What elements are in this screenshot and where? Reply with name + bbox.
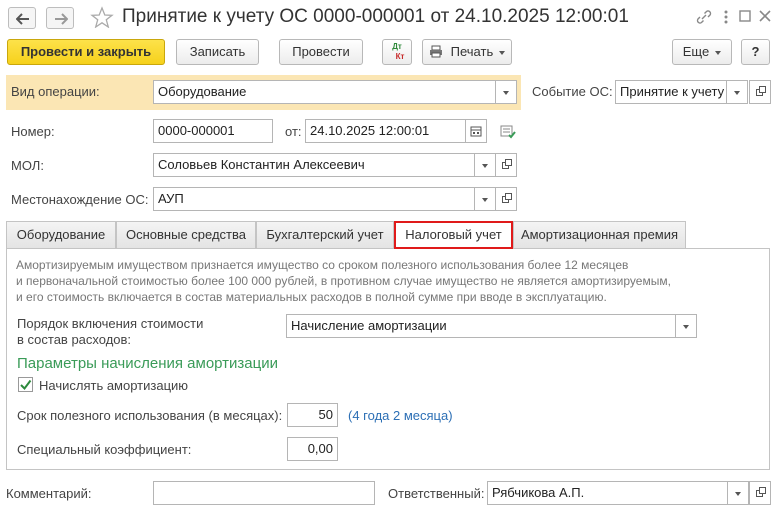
location-dropdown[interactable] <box>474 187 496 211</box>
useful-life-field[interactable]: 50 <box>287 403 338 427</box>
cost-order-dropdown[interactable] <box>675 314 697 338</box>
tab-tax-accounting[interactable]: Налоговый учет <box>394 221 513 249</box>
location-field[interactable]: АУП <box>153 187 475 211</box>
post-button[interactable]: Провести <box>279 39 363 65</box>
dt-kt-button[interactable]: Дт Кт <box>382 39 412 65</box>
useful-life-label: Срок полезного использования (в месяцах)… <box>17 408 283 423</box>
event-field[interactable]: Принятие к учету <box>615 80 727 104</box>
section-title: Параметры начисления амортизации <box>17 355 278 372</box>
location-open-button[interactable] <box>495 187 517 211</box>
help-button[interactable]: ? <box>741 39 770 65</box>
tab-accounting[interactable]: Бухгалтерский учет <box>256 221 394 248</box>
chevron-down-icon <box>715 50 722 55</box>
special-coef-field[interactable]: 0,00 <box>287 437 338 461</box>
calendar-icon <box>470 126 482 137</box>
link-icon[interactable] <box>695 9 713 25</box>
close-icon[interactable] <box>758 9 772 23</box>
tab-fixed-assets[interactable]: Основные средства <box>116 221 256 248</box>
comment-field[interactable] <box>153 481 375 505</box>
info-text: Амортизируемым имуществом признается иму… <box>16 257 716 305</box>
print-button[interactable]: Печать <box>422 39 512 65</box>
info-line: и его стоимость включается в состав мате… <box>16 290 607 304</box>
event-label: Событие ОС: <box>532 84 613 99</box>
number-field[interactable]: 0000-000001 <box>153 119 273 143</box>
location-label: Местонахождение ОС: <box>11 192 149 207</box>
print-label: Печать <box>450 44 494 59</box>
mol-dropdown[interactable] <box>474 153 496 177</box>
mol-field[interactable]: Соловьев Константин Алексеевич <box>153 153 475 177</box>
dt-label: Дт <box>392 42 402 51</box>
event-open-button[interactable] <box>749 80 771 104</box>
operation-type-dropdown[interactable] <box>495 80 517 104</box>
cost-order-label-line2: в состав расходов: <box>17 332 132 347</box>
document-status-icon[interactable] <box>500 124 516 139</box>
chevron-down-icon <box>499 50 506 55</box>
arrow-left-icon <box>16 13 29 25</box>
cost-order-label-line1: Порядок включения стоимости <box>17 316 204 331</box>
accrue-checkbox[interactable] <box>18 377 33 392</box>
printer-icon <box>430 45 442 58</box>
more-button[interactable]: Еще <box>672 39 732 65</box>
accrue-label: Начислять амортизацию <box>39 378 189 393</box>
star-icon[interactable] <box>90 6 114 28</box>
info-line: Амортизируемым имуществом признается иму… <box>16 258 629 272</box>
kt-label: Кт <box>395 52 405 61</box>
checkmark-icon <box>20 379 32 391</box>
responsible-open-button[interactable] <box>749 481 771 505</box>
calendar-button[interactable] <box>465 119 487 143</box>
operation-type-field[interactable]: Оборудование <box>153 80 496 104</box>
tab-depreciation-bonus[interactable]: Амортизационная премия <box>513 221 686 248</box>
tab-equipment[interactable]: Оборудование <box>6 221 116 248</box>
arrow-right-icon <box>55 13 68 25</box>
event-dropdown[interactable] <box>726 80 748 104</box>
forward-button[interactable] <box>46 7 74 29</box>
post-and-close-button[interactable]: Провести и закрыть <box>7 39 165 65</box>
back-button[interactable] <box>8 7 36 29</box>
window-title: Принятие к учету ОС 0000-000001 от 24.10… <box>122 6 629 27</box>
useful-life-hint: (4 года 2 месяца) <box>348 408 453 423</box>
responsible-dropdown[interactable] <box>727 481 749 505</box>
number-label: Номер: <box>11 124 55 139</box>
operation-type-label: Вид операции: <box>11 84 100 99</box>
responsible-field[interactable]: Рябчикова А.П. <box>487 481 728 505</box>
maximize-icon[interactable] <box>738 9 752 23</box>
comment-label: Комментарий: <box>6 486 92 501</box>
special-coef-label: Специальный коэффициент: <box>17 442 192 457</box>
more-label: Еще <box>682 44 710 59</box>
cost-order-field[interactable]: Начисление амортизации <box>286 314 676 338</box>
responsible-label: Ответственный: <box>388 486 485 501</box>
date-label: от: <box>285 124 302 139</box>
mol-open-button[interactable] <box>495 153 517 177</box>
mol-label: МОЛ: <box>11 158 44 173</box>
more-vertical-icon[interactable] <box>722 9 730 25</box>
date-field[interactable]: 24.10.2025 12:00:01 <box>305 119 466 143</box>
save-button[interactable]: Записать <box>176 39 259 65</box>
info-line: и первоначальной стоимостью более 100 00… <box>16 274 671 288</box>
